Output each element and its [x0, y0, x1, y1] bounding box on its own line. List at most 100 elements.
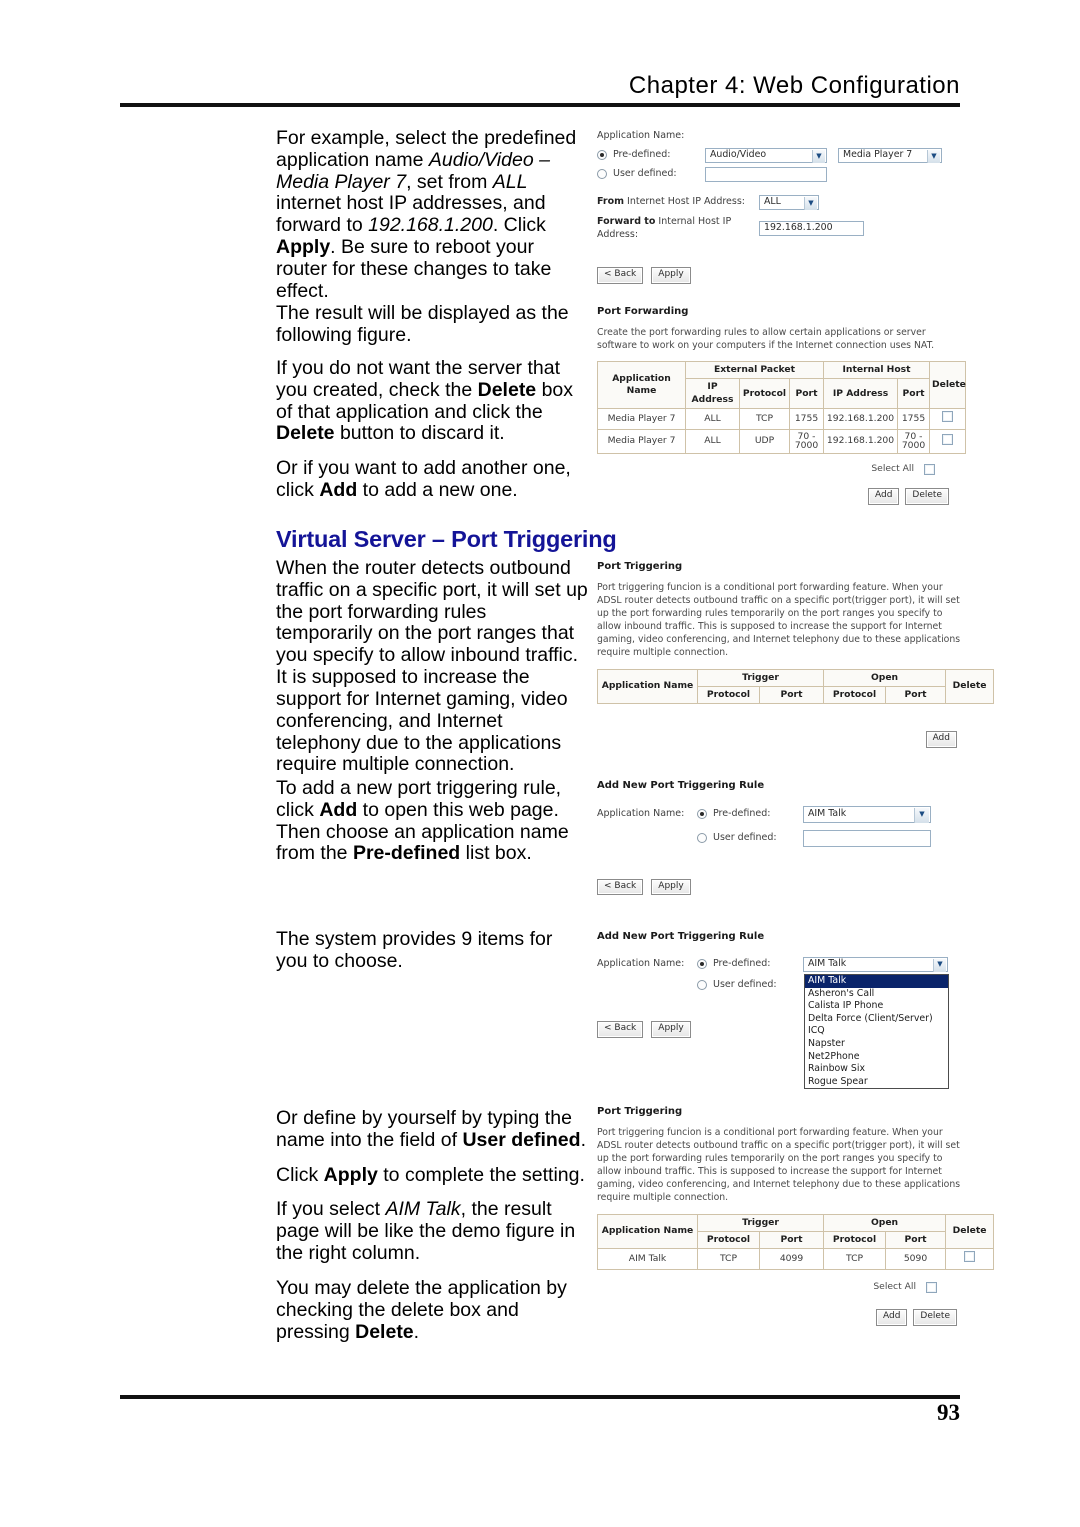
form-button-row: < Back Apply [597, 267, 957, 284]
delete-checkbox[interactable] [942, 411, 954, 423]
user-defined-label: User defined: [713, 831, 777, 843]
header-open-port: Port [885, 1231, 947, 1250]
paragraph-example: For example, select the predefined appli… [276, 127, 588, 303]
header-external-packet: External Packet [684, 360, 825, 380]
cell-open-port: 5090 [885, 1248, 947, 1270]
application-name-label: Application Name: [597, 957, 685, 969]
add-button[interactable]: Add [875, 1309, 908, 1326]
select-all-checkbox[interactable] [926, 1281, 937, 1293]
from-rest: Internet Host IP Address: [624, 195, 745, 207]
predefined-option-list[interactable]: AIM Talk Asheron's Call Calista IP Phone… [804, 974, 949, 1090]
select-all-checkbox[interactable] [924, 463, 935, 475]
cell-int-port: 70 - 7000 [897, 428, 931, 454]
p11-part-a: You may delete the application by checki… [276, 1276, 567, 1343]
application-name-label: Application Name: [597, 130, 685, 141]
predefined-radio[interactable] [697, 809, 707, 819]
apply-button[interactable]: Apply [651, 878, 691, 895]
delete-button[interactable]: Delete [913, 1309, 957, 1326]
select-all-row: Select All [597, 1281, 957, 1293]
paragraph-add-rule: To add a new port triggering rule, click… [276, 777, 588, 865]
user-defined-radio[interactable] [697, 979, 707, 990]
header-open-protocol: Protocol [823, 686, 887, 705]
apply-button[interactable]: Apply [651, 267, 691, 284]
cell-trigger-port: 4099 [758, 1248, 825, 1270]
back-button[interactable]: < Back [597, 267, 644, 284]
add-button[interactable]: Add [925, 731, 957, 748]
back-button[interactable]: < Back [597, 1021, 644, 1038]
figure-port-triggering-empty: Port Triggering Port triggering funcion … [597, 560, 995, 748]
option-item[interactable]: Net2Phone [805, 1051, 948, 1064]
cell-application-name: AIM Talk [597, 1248, 698, 1270]
paragraph-click-apply: Click Apply to complete the setting. [276, 1164, 588, 1187]
port-triggering-empty-table: Application Name Trigger Open Delete Pro… [597, 668, 995, 705]
paragraph-nine-items: The system provides 9 items for you to c… [276, 928, 553, 972]
delete-button[interactable]: Delete [905, 488, 949, 505]
header-divider [120, 103, 960, 107]
body-text-block-7: Or define by yourself by typing the name… [276, 1107, 588, 1356]
p8-user-defined: User defined [462, 1128, 581, 1151]
user-defined-input[interactable] [705, 166, 827, 182]
user-defined-radio[interactable] [697, 833, 707, 843]
footer-divider [120, 1395, 960, 1399]
header-delete: Delete [929, 360, 967, 410]
chevron-down-icon: ▼ [927, 149, 940, 163]
cell-ext-ip: ALL [685, 408, 740, 430]
port-forwarding-title: Port Forwarding [597, 306, 689, 317]
cell-delete [929, 428, 967, 454]
option-item[interactable]: Napster [805, 1038, 948, 1051]
user-defined-input[interactable] [803, 829, 931, 847]
header-open: Open [823, 668, 947, 688]
predefined-radio[interactable] [597, 150, 607, 161]
option-item[interactable]: ICQ [805, 1025, 948, 1038]
option-item[interactable]: Delta Force (Client/Server) [805, 1013, 948, 1026]
header-trigger: Trigger [696, 1213, 825, 1233]
predefined-select[interactable]: AIM Talk ▼ [803, 956, 948, 972]
p11-delete: Delete [355, 1320, 414, 1343]
predefined-radio[interactable] [697, 959, 707, 969]
forward-to-host-label: Forward to Internal Host IP Address: [597, 216, 759, 242]
option-item[interactable]: AIM Talk [805, 975, 948, 988]
application-name-label: Application Name: [597, 807, 685, 819]
p3-part-e: button to discard it. [334, 422, 505, 445]
user-defined-radio[interactable] [597, 169, 607, 180]
cell-ext-port: 1755 [788, 408, 825, 430]
table-button-row: Add [597, 731, 957, 748]
cell-int-ip: 192.168.1.200 [823, 408, 899, 430]
port-triggering-description: Port triggering funcion is a conditional… [597, 1126, 961, 1204]
predefined-select[interactable]: AIM Talk ▼ [803, 805, 931, 823]
figure-port-forwarding: Port Forwarding Create the port forwardi… [597, 305, 967, 505]
option-item[interactable]: Rogue Spear [805, 1076, 948, 1089]
delete-checkbox[interactable] [942, 433, 954, 445]
predefined-row: Pre-defined: Audio/Video ▼ Media Player … [597, 147, 957, 163]
chevron-down-icon: ▼ [812, 149, 825, 163]
predefined-category-select[interactable]: Audio/Video ▼ [705, 147, 827, 163]
cell-ext-port: 70 - 7000 [788, 428, 825, 454]
table-button-row: Add Delete [597, 488, 949, 505]
header-ext-protocol: Protocol [739, 378, 790, 410]
p10-aim-talk: AIM Talk [385, 1198, 461, 1221]
body-text-block-1: For example, select the predefined appli… [276, 127, 588, 316]
back-button[interactable]: < Back [597, 878, 644, 895]
p8-part-c: . [580, 1128, 586, 1151]
chevron-down-icon: ▼ [804, 196, 817, 210]
header-application-name: Application Name [597, 1213, 698, 1250]
apply-button[interactable]: Apply [651, 1021, 691, 1038]
cell-int-port: 1755 [897, 408, 931, 430]
option-item[interactable]: Asheron's Call [805, 988, 948, 1001]
port-forwarding-table: Application Name External Packet Interna… [597, 360, 967, 454]
option-item[interactable]: Calista IP Phone [805, 1000, 948, 1013]
add-button[interactable]: Add [867, 488, 900, 505]
option-item[interactable]: Rainbow Six [805, 1063, 948, 1076]
predefined-app-select[interactable]: Media Player 7 ▼ [838, 147, 942, 163]
p4-add: Add [319, 479, 358, 502]
from-internet-host-select[interactable]: ALL ▼ [759, 194, 819, 210]
delete-checkbox[interactable] [964, 1251, 976, 1263]
port-triggering-result-table: Application Name Trigger Open Delete Pro… [597, 1213, 995, 1270]
forward-to-host-input[interactable]: 192.168.1.200 [759, 221, 864, 237]
header-delete: Delete [945, 668, 995, 705]
table-row: Media Player 7 ALL TCP 1755 192.168.1.20… [597, 408, 967, 430]
cell-delete [929, 408, 967, 430]
select-all-label: Select All [871, 462, 914, 474]
body-text-block-3: If you do not want the server that you c… [276, 357, 588, 515]
header-delete: Delete [945, 1213, 995, 1250]
